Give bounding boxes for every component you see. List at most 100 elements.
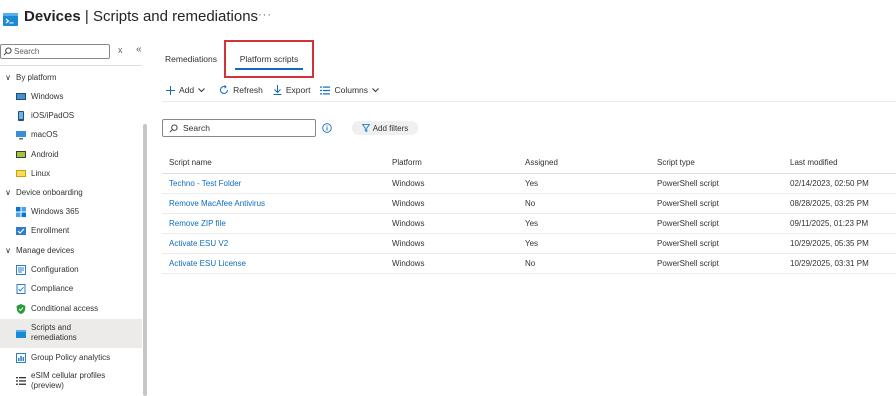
command-bar: Add Refresh Export Columns	[166, 83, 393, 97]
sidebar-item-label: Linux	[31, 169, 51, 178]
script-type-cell: PowerShell script	[650, 233, 783, 254]
search-icon	[169, 124, 178, 133]
esim-icon	[16, 377, 26, 385]
assigned-cell: Yes	[518, 173, 650, 194]
sidebar-item-linux[interactable]: Linux	[0, 165, 142, 183]
sidebar-item-macos[interactable]: macOS	[0, 126, 142, 144]
last-modified-cell: 10/29/2025, 03:31 PM	[783, 253, 896, 274]
script-type-cell: PowerShell script	[650, 193, 783, 214]
sidebar-item-scripts-and-remediations[interactable]: Scripts and remediations	[0, 319, 142, 348]
script-name-link[interactable]: Techno - Test Folder	[162, 173, 385, 194]
platform-cell: Windows	[385, 213, 518, 234]
refresh-label: Refresh	[233, 85, 263, 95]
nav-group-label: By platform	[16, 72, 57, 82]
table-row[interactable]: Remove MacAfee Antivirus Windows No Powe…	[162, 193, 896, 214]
add-label: Add	[179, 85, 195, 95]
add-button[interactable]: Add	[166, 85, 209, 95]
tab-remediations[interactable]: Remediations	[160, 40, 222, 78]
platform-cell: Windows	[385, 233, 518, 254]
script-name-link[interactable]: Remove ZIP file	[162, 213, 385, 234]
group-policy-icon	[16, 353, 26, 363]
tab-platform-scripts[interactable]: Platform scripts	[224, 40, 314, 78]
nav-group-manage-devices[interactable]: ∨ Manage devices	[0, 241, 142, 259]
export-button[interactable]: Export	[273, 85, 310, 95]
column-header-script-name[interactable]: Script name	[162, 153, 385, 174]
sidebar-item-label: Scripts and remediations	[31, 323, 77, 343]
compliance-icon	[16, 284, 26, 294]
label-line-2: (preview)	[31, 381, 64, 390]
sidebar-item-group-policy-analytics[interactable]: Group Policy analytics	[0, 349, 142, 367]
column-header-platform[interactable]: Platform	[385, 153, 518, 174]
selected-tab-indicator	[235, 68, 303, 70]
collapse-sidebar-button[interactable]: «	[136, 44, 142, 55]
sidebar-item-label: Group Policy analytics	[31, 353, 111, 362]
assigned-cell: Yes	[518, 233, 650, 254]
grid-search-input[interactable]	[183, 121, 313, 135]
chevron-down-icon: ∨	[5, 245, 11, 255]
sidebar-search-input[interactable]	[14, 45, 108, 58]
search-icon	[3, 47, 12, 56]
refresh-button[interactable]: Refresh	[219, 85, 263, 95]
sidebar-search-box[interactable]	[0, 44, 110, 59]
sidebar-item-esim-cellular-profiles[interactable]: eSIM cellular profiles (preview)	[0, 368, 142, 394]
nav-group-by-platform[interactable]: ∨ By platform	[0, 68, 142, 86]
table-row[interactable]: Remove ZIP file Windows Yes PowerShell s…	[162, 213, 896, 234]
conditional-access-icon	[16, 304, 26, 314]
sidebar-item-conditional-access[interactable]: Conditional access	[0, 300, 142, 318]
table-row[interactable]: Activate ESU License Windows No PowerShe…	[162, 253, 896, 274]
label-line-1: eSIM cellular profiles	[31, 371, 106, 380]
chevron-down-icon	[372, 87, 379, 92]
chevron-down-icon: ∨	[5, 187, 11, 197]
script-name-link[interactable]: Activate ESU License	[162, 253, 385, 274]
sidebar-item-windows[interactable]: Windows	[0, 88, 142, 106]
toolbar-divider	[162, 101, 896, 102]
sidebar-item-label: Configuration	[31, 265, 79, 274]
sidebar-item-compliance[interactable]: Compliance	[0, 280, 142, 298]
ios-device-icon	[18, 111, 24, 121]
nav-group-label: Manage devices	[16, 245, 75, 255]
columns-icon	[320, 86, 331, 94]
sidebar: x « ∨ By platform Windows iOS/iPadOS mac…	[0, 36, 152, 396]
more-options-button[interactable]: ···	[258, 9, 272, 21]
sidebar-item-label: iOS/iPadOS	[31, 111, 75, 120]
sidebar-item-enrollment[interactable]: Enrollment	[0, 222, 142, 240]
scripts-table: Script name Platform Assigned Script typ…	[162, 153, 896, 274]
column-header-last-modified[interactable]: Last modified	[783, 153, 896, 174]
page-header: Devices | Scripts and remediations ···	[0, 0, 896, 36]
last-modified-cell: 08/28/2025, 03:25 PM	[783, 193, 896, 214]
nav-group-device-onboarding[interactable]: ∨ Device onboarding	[0, 183, 142, 201]
table-row[interactable]: Activate ESU V2 Windows Yes PowerShell s…	[162, 233, 896, 254]
script-name-link[interactable]: Activate ESU V2	[162, 233, 385, 254]
sidebar-item-windows-365[interactable]: Windows 365	[0, 203, 142, 221]
table-row[interactable]: Techno - Test Folder Windows Yes PowerSh…	[162, 173, 896, 194]
filter-icon	[361, 124, 370, 132]
add-filters-button[interactable]: Add filters	[352, 121, 418, 135]
scripts-app-icon	[3, 13, 18, 26]
clear-search-button[interactable]: x	[118, 45, 123, 55]
sidebar-divider	[0, 65, 142, 66]
assigned-cell: No	[518, 193, 650, 214]
columns-button[interactable]: Columns	[320, 85, 383, 95]
last-modified-cell: 02/14/2023, 02:50 PM	[783, 173, 896, 194]
refresh-icon	[220, 85, 229, 94]
table-header-row: Script name Platform Assigned Script typ…	[162, 153, 896, 174]
column-header-assigned[interactable]: Assigned	[518, 153, 650, 174]
info-icon[interactable]	[322, 123, 332, 133]
column-header-script-type[interactable]: Script type	[650, 153, 783, 174]
sidebar-scrollbar[interactable]	[143, 124, 147, 396]
grid-search-box[interactable]	[162, 119, 316, 137]
windows-365-icon	[16, 207, 26, 217]
script-name-link[interactable]: Remove MacAfee Antivirus	[162, 193, 385, 214]
script-type-cell: PowerShell script	[650, 173, 783, 194]
download-icon	[273, 85, 282, 95]
chevron-down-icon	[198, 87, 205, 92]
add-filters-label: Add filters	[372, 123, 409, 133]
sidebar-item-configuration[interactable]: Configuration	[0, 261, 142, 279]
plus-icon	[166, 85, 175, 95]
sidebar-item-android[interactable]: Android	[0, 146, 142, 164]
assigned-cell: No	[518, 253, 650, 274]
last-modified-cell: 10/29/2025, 05:35 PM	[783, 233, 896, 254]
assigned-cell: Yes	[518, 213, 650, 234]
sidebar-item-ios[interactable]: iOS/iPadOS	[0, 107, 142, 125]
sidebar-item-label: Windows	[31, 92, 64, 101]
